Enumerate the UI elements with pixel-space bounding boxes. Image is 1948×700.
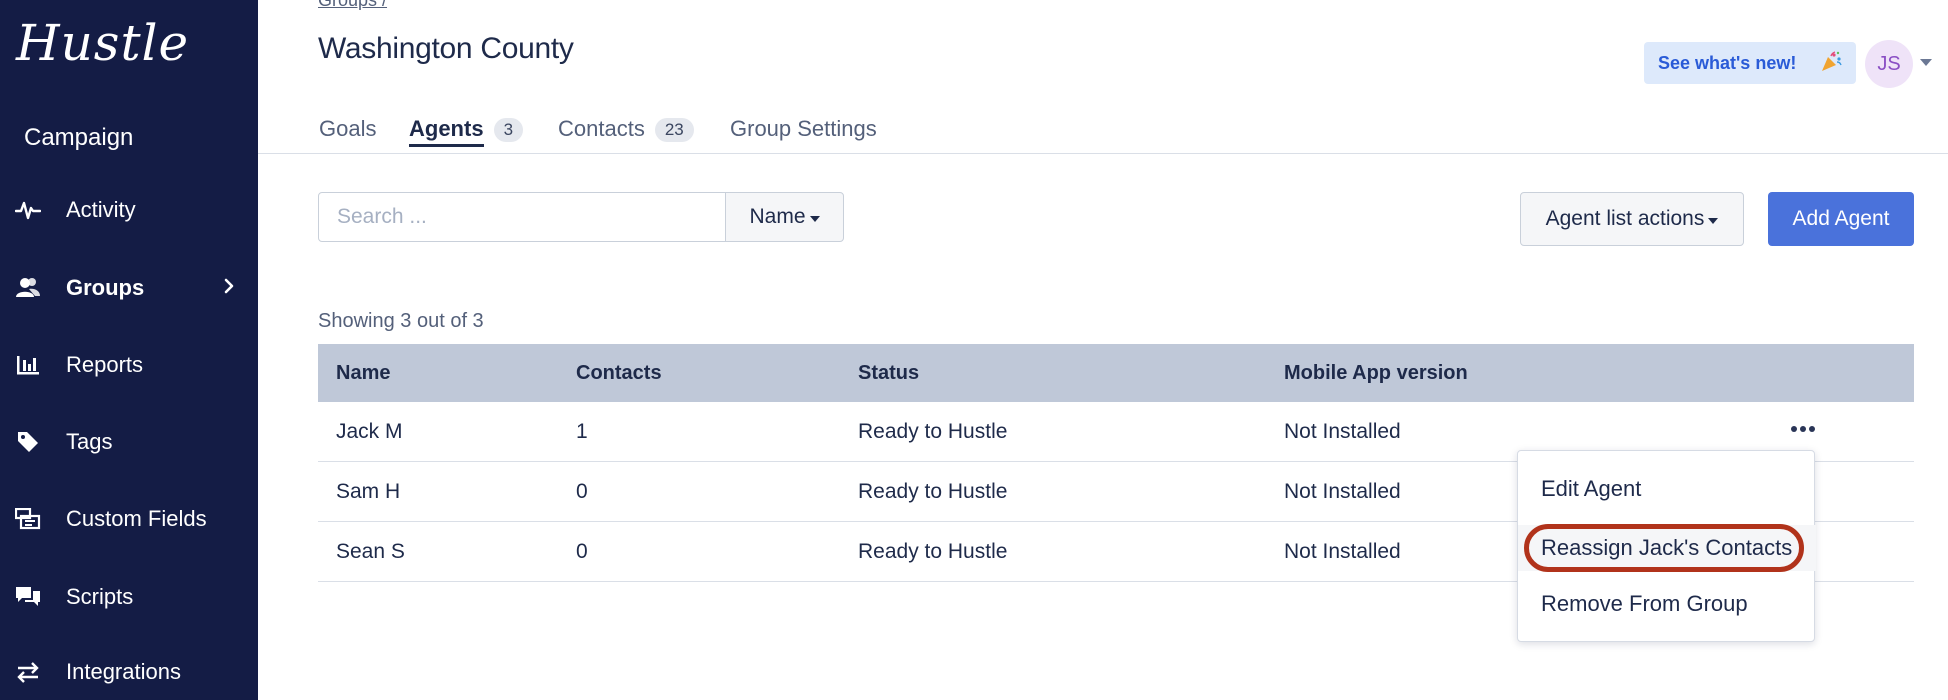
tabs-divider bbox=[258, 153, 1948, 154]
agent-contacts: 0 bbox=[576, 480, 588, 503]
sidebar-item-label: Integrations bbox=[66, 659, 181, 684]
agent-name[interactable]: Sean S bbox=[336, 522, 405, 582]
sidebar-item-scripts[interactable]: Scripts bbox=[0, 572, 258, 622]
agent-list-actions-label: Agent list actions bbox=[1545, 207, 1705, 230]
bar-chart-icon bbox=[14, 351, 42, 379]
tab-contacts[interactable]: Contacts 23 bbox=[558, 116, 694, 154]
breadcrumb[interactable]: Groups / bbox=[318, 0, 387, 11]
tab-count-badge: 3 bbox=[493, 118, 524, 142]
agent-app-version: Not Installed bbox=[1284, 420, 1401, 443]
tab-count-badge: 23 bbox=[654, 118, 694, 142]
column-header-status[interactable]: Status bbox=[858, 344, 919, 402]
agent-list-actions-dropdown[interactable]: Agent list actions bbox=[1520, 192, 1744, 246]
column-header-contacts[interactable]: Contacts bbox=[576, 344, 662, 402]
results-count: Showing 3 out of 3 bbox=[318, 310, 484, 332]
tab-label: Agents bbox=[409, 116, 484, 147]
sidebar-item-label: Tags bbox=[66, 429, 113, 454]
app-logo[interactable]: Hustle bbox=[16, 14, 189, 72]
tab-label: Group Settings bbox=[730, 116, 877, 141]
agent-name[interactable]: Sam H bbox=[336, 462, 400, 522]
sort-by-dropdown[interactable]: Name bbox=[725, 192, 844, 242]
sidebar-item-label: Activity bbox=[66, 197, 136, 222]
column-header-mobile-app-version[interactable]: Mobile App version bbox=[1284, 344, 1468, 402]
whats-new-button[interactable]: See what's new! bbox=[1644, 42, 1856, 84]
add-agent-button[interactable]: Add Agent bbox=[1768, 192, 1914, 246]
users-icon bbox=[14, 274, 42, 302]
tab-goals[interactable]: Goals bbox=[319, 116, 376, 154]
agent-contacts: 0 bbox=[576, 540, 588, 563]
form-fields-icon bbox=[14, 505, 42, 533]
page-title: Washington County bbox=[318, 32, 574, 65]
agent-status: Ready to Hustle bbox=[858, 420, 1008, 443]
caret-down-icon bbox=[1708, 217, 1719, 224]
chevron-right-icon bbox=[222, 277, 236, 300]
sidebar-item-label: Reports bbox=[66, 352, 144, 377]
pulse-icon bbox=[14, 196, 42, 224]
menu-item-edit-agent[interactable]: Edit Agent bbox=[1518, 466, 1816, 512]
account-menu-caret-icon[interactable] bbox=[1920, 59, 1932, 66]
tab-label: Contacts bbox=[558, 116, 645, 141]
caret-down-icon bbox=[809, 215, 820, 222]
search-input[interactable] bbox=[318, 192, 726, 242]
agent-status: Ready to Hustle bbox=[858, 540, 1008, 563]
agent-app-version: Not Installed bbox=[1284, 480, 1401, 503]
chat-bubbles-icon bbox=[14, 583, 42, 611]
agent-app-version: Not Installed bbox=[1284, 540, 1401, 563]
avatar[interactable]: JS bbox=[1865, 40, 1913, 88]
tag-icon bbox=[14, 428, 42, 456]
row-actions-more-icon[interactable] bbox=[1786, 416, 1820, 442]
sidebar-item-label: Custom Fields bbox=[66, 506, 207, 531]
campaign-title: Campaign bbox=[24, 124, 134, 151]
agent-contacts: 1 bbox=[576, 420, 588, 443]
sort-by-label: Name bbox=[749, 205, 806, 228]
agent-name[interactable]: Jack M bbox=[336, 402, 403, 462]
sidebar-item-label: Scripts bbox=[66, 584, 134, 609]
sidebar-item-groups[interactable]: Groups bbox=[0, 263, 258, 313]
swap-arrows-icon bbox=[14, 658, 42, 686]
sidebar: Hustle Campaign Activity Groups Reports … bbox=[0, 0, 258, 700]
whats-new-label: See what's new! bbox=[1658, 52, 1797, 73]
tab-group-settings[interactable]: Group Settings bbox=[730, 116, 877, 154]
menu-item-remove-from-group[interactable]: Remove From Group bbox=[1518, 581, 1816, 627]
sidebar-item-tags[interactable]: Tags bbox=[0, 417, 258, 467]
tab-label: Goals bbox=[319, 116, 377, 141]
party-popper-icon bbox=[1820, 51, 1842, 78]
sidebar-item-activity[interactable]: Activity bbox=[0, 185, 258, 235]
agent-status: Ready to Hustle bbox=[858, 480, 1008, 503]
table-header: Name Contacts Status Mobile App version bbox=[318, 344, 1914, 402]
sidebar-item-integrations[interactable]: Integrations bbox=[0, 647, 258, 697]
tab-agents[interactable]: Agents 3 bbox=[409, 116, 524, 154]
sidebar-item-label: Groups bbox=[66, 275, 145, 300]
agent-actions-menu: Edit Agent Reassign Jack's Contacts Remo… bbox=[1517, 450, 1816, 642]
sidebar-item-reports[interactable]: Reports bbox=[0, 340, 258, 390]
menu-item-reassign-contacts[interactable]: Reassign Jack's Contacts bbox=[1518, 525, 1816, 571]
column-header-name[interactable]: Name bbox=[336, 344, 390, 402]
sidebar-item-custom-fields[interactable]: Custom Fields bbox=[0, 494, 258, 544]
